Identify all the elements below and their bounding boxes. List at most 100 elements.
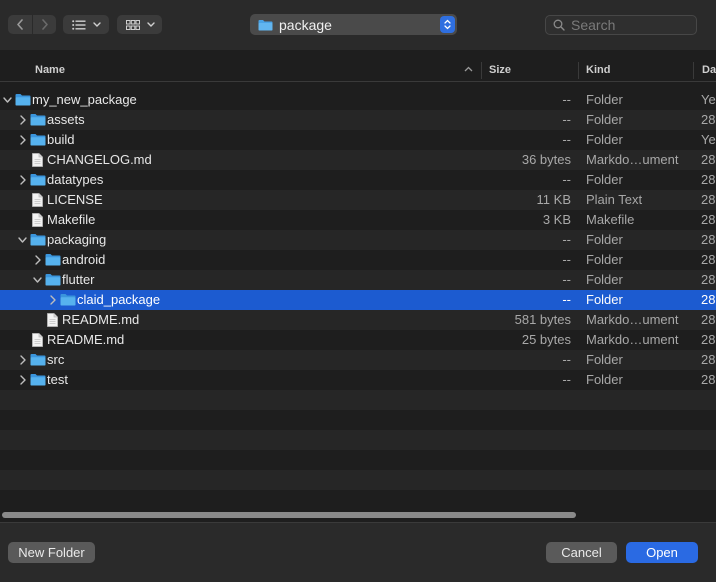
row-size: 36 bytes (521, 152, 571, 167)
chevron-down-icon[interactable] (18, 235, 27, 245)
table-row[interactable]: Makefile 3 KB Makefile 28 (0, 210, 716, 230)
chevron-down-icon[interactable] (33, 275, 42, 285)
row-name: LICENSE (47, 192, 103, 207)
chevron-down-icon[interactable] (3, 95, 12, 105)
row-date: 28 (701, 312, 716, 327)
column-header-size[interactable]: Size (489, 58, 511, 82)
up-down-chevrons-icon (444, 19, 451, 30)
row-size: -- (562, 272, 571, 287)
table-row[interactable]: datatypes -- Folder 28 (0, 170, 716, 190)
table-row[interactable]: README.md 25 bytes Markdo…ument 28 (0, 330, 716, 350)
chevron-right-icon[interactable] (18, 175, 27, 185)
document-icon (32, 153, 43, 167)
row-kind: Markdo…ument (586, 312, 679, 327)
table-row[interactable]: packaging -- Folder 28 (0, 230, 716, 250)
cancel-button[interactable]: Cancel (546, 542, 617, 563)
navigation-buttons (8, 15, 56, 34)
row-name: CHANGELOG.md (47, 152, 152, 167)
table-row[interactable]: build -- Folder Ye (0, 130, 716, 150)
row-size: -- (562, 132, 571, 147)
table-row[interactable]: assets -- Folder 28 (0, 110, 716, 130)
row-name: my_new_package (32, 92, 137, 107)
search-icon (553, 19, 565, 31)
table-row[interactable]: test -- Folder 28 (0, 370, 716, 390)
row-date: 28 (701, 292, 716, 307)
chevron-right-icon[interactable] (48, 295, 57, 305)
row-name: packaging (47, 232, 107, 247)
row-date: 28 (701, 212, 716, 227)
empty-row (0, 410, 716, 430)
sort-ascending-icon (464, 66, 473, 72)
row-date: 28 (701, 112, 716, 127)
folder-icon (30, 374, 46, 386)
row-kind: Makefile (586, 212, 635, 227)
chevron-right-icon[interactable] (18, 375, 27, 385)
empty-row (0, 450, 716, 470)
row-size: -- (562, 292, 571, 307)
folder-icon (15, 94, 31, 106)
back-button[interactable] (8, 15, 32, 34)
search-field[interactable]: Search (545, 15, 697, 35)
folder-icon (30, 134, 46, 146)
row-size: -- (562, 172, 571, 187)
location-label: package (279, 16, 332, 33)
document-icon (32, 213, 43, 227)
column-header-kind[interactable]: Kind (586, 58, 610, 82)
file-list: my_new_package -- Folder Ye assets -- Folder 28… (0, 90, 716, 510)
table-row[interactable]: claid_package -- Folder 28 (0, 290, 716, 310)
chevron-right-icon[interactable] (18, 135, 27, 145)
table-row[interactable]: src -- Folder 28 (0, 350, 716, 370)
column-header-name[interactable]: Name (35, 58, 65, 82)
horizontal-scrollbar[interactable] (0, 510, 716, 520)
row-date: 28 (701, 372, 716, 387)
document-icon (32, 333, 43, 347)
row-size: -- (562, 252, 571, 267)
row-kind: Markdo…ument (586, 332, 679, 347)
column-header-date[interactable]: Dat (702, 58, 716, 82)
row-name: assets (47, 112, 85, 127)
list-view-icon (72, 19, 86, 30)
grid-view-button[interactable] (117, 15, 162, 34)
row-size: -- (562, 92, 571, 107)
row-name: Makefile (47, 212, 96, 227)
row-date: Ye (701, 132, 716, 147)
column-separator[interactable] (693, 62, 694, 79)
row-date: 28 (701, 352, 716, 367)
row-size: -- (562, 352, 571, 367)
empty-row (0, 430, 716, 450)
row-kind: Folder (586, 172, 623, 187)
table-row[interactable]: LICENSE 11 KB Plain Text 28 (0, 190, 716, 210)
row-kind: Folder (586, 352, 623, 367)
chevron-right-icon[interactable] (33, 255, 42, 265)
row-name: flutter (62, 272, 95, 287)
folder-icon (30, 174, 46, 186)
document-icon (32, 193, 43, 207)
forward-button[interactable] (32, 15, 56, 34)
table-row[interactable]: README.md 581 bytes Markdo…ument 28 (0, 310, 716, 330)
table-row[interactable]: my_new_package -- Folder Ye (0, 90, 716, 110)
open-button[interactable]: Open (626, 542, 698, 563)
folder-icon (30, 354, 46, 366)
chevron-right-icon[interactable] (18, 355, 27, 365)
folder-icon (30, 234, 46, 246)
chevron-down-icon (147, 22, 155, 27)
new-folder-button[interactable]: New Folder (8, 542, 95, 563)
chevron-right-icon[interactable] (18, 115, 27, 125)
row-size: -- (562, 372, 571, 387)
location-stepper[interactable] (440, 16, 455, 33)
table-row[interactable]: flutter -- Folder 28 (0, 270, 716, 290)
folder-icon (30, 114, 46, 126)
chevron-left-icon (17, 19, 23, 30)
row-kind: Folder (586, 292, 623, 307)
table-row[interactable]: android -- Folder 28 (0, 250, 716, 270)
column-separator[interactable] (481, 62, 482, 79)
list-view-button[interactable] (63, 15, 109, 34)
row-size: -- (562, 232, 571, 247)
row-date: 28 (701, 252, 716, 267)
empty-row (0, 470, 716, 490)
scrollbar-thumb[interactable] (2, 512, 576, 518)
column-separator[interactable] (578, 62, 579, 79)
table-row[interactable]: CHANGELOG.md 36 bytes Markdo…ument 28 (0, 150, 716, 170)
location-popup[interactable]: package (250, 14, 457, 35)
search-placeholder: Search (571, 17, 616, 33)
